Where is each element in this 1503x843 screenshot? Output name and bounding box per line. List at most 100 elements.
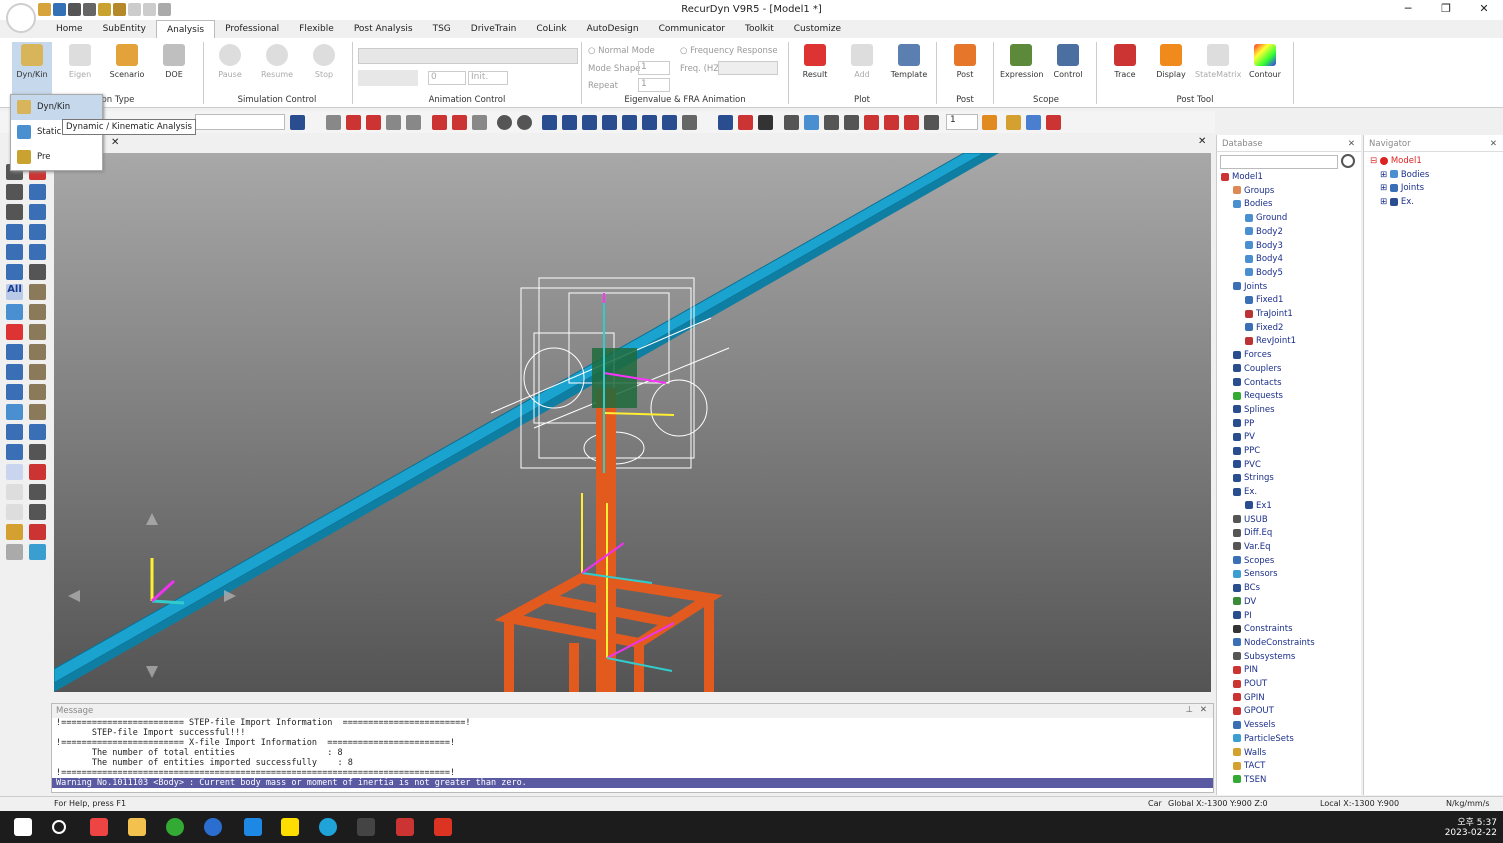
expression-button[interactable]: Expression [1000,42,1043,79]
link-icon[interactable] [29,404,46,420]
render-mode-4-icon[interactable] [904,115,919,130]
tree-item-strings[interactable]: Strings [1221,472,1315,486]
box-icon[interactable] [29,284,46,300]
view-back-icon[interactable] [562,115,577,130]
edge-icon[interactable] [319,818,337,836]
measure-icon[interactable] [29,464,46,480]
file-explorer-icon[interactable] [128,818,146,836]
tree-item-groups[interactable]: Groups [1221,185,1315,199]
view-zx-icon[interactable] [29,224,46,240]
tab-drivetrain[interactable]: DriveTrain [461,20,527,38]
pause-button[interactable]: Pause [210,42,250,79]
restore-button[interactable]: ❐ [1431,2,1461,18]
render-icon[interactable] [497,115,512,130]
ellipsoid-icon[interactable] [29,384,46,400]
tree-item-body5[interactable]: Body5 [1221,267,1315,281]
qat-settings-icon[interactable] [158,3,171,16]
view-options-icon[interactable] [682,115,697,130]
pan-icon[interactable] [326,115,341,130]
snap-icon[interactable] [432,115,447,130]
origin-icon[interactable] [29,264,46,280]
search-icon[interactable] [52,820,66,834]
axis-icon[interactable] [738,115,753,130]
tree-item-ppc[interactable]: PPC [1221,445,1315,459]
animation-frame-field[interactable]: 0 [428,71,466,85]
cylinder-icon[interactable] [29,304,46,320]
cone-icon[interactable] [29,344,46,360]
tree-item-tsen[interactable]: TSEN [1221,774,1315,788]
spring-filter-icon[interactable] [6,404,23,420]
mesh-filter-icon[interactable] [6,444,23,460]
select-add-icon[interactable] [6,184,23,200]
tree-item-var-eq[interactable]: Var.Eq [1221,541,1315,555]
nav-item-bodies[interactable]: ⊞ Bodies [1370,169,1429,183]
init-button[interactable]: Init. [468,71,508,85]
tree-item-walls[interactable]: Walls [1221,747,1315,761]
render-mode-3-icon[interactable] [884,115,899,130]
render-mode-icon[interactable] [844,115,859,130]
view-zy-icon[interactable] [29,204,46,220]
contour-button[interactable]: Contour [1245,42,1285,79]
tree-item-revjoint1[interactable]: RevJoint1 [1221,335,1315,349]
grid-plane-icon[interactable] [6,224,23,240]
tree-item-forces[interactable]: Forces [1221,349,1315,363]
close-message-icon[interactable]: ✕ [1200,705,1207,715]
paste-icon[interactable] [143,3,156,16]
view-iso-icon[interactable] [662,115,677,130]
render-mode-2-icon[interactable] [864,115,879,130]
joint-filter-icon[interactable] [6,324,23,340]
shading-icon[interactable] [1026,115,1041,130]
menu-item-dynkin[interactable]: Dyn/Kin [11,95,102,120]
nav-item-model1[interactable]: ⊟ Model1 [1370,155,1429,169]
tree-item-gpout[interactable]: GPOUT [1221,705,1315,719]
display-button[interactable]: Display [1151,42,1191,79]
tree-item-pout[interactable]: POUT [1221,678,1315,692]
view-bottom-icon[interactable] [642,115,657,130]
tree-item-gpin[interactable]: GPIN [1221,692,1315,706]
tree-item-subsystems[interactable]: Subsystems [1221,651,1315,665]
tree-item-body3[interactable]: Body3 [1221,240,1315,254]
minimize-button[interactable]: ─ [1393,2,1423,18]
torus-icon[interactable] [29,364,46,380]
model-view-icon[interactable] [6,264,23,280]
close-navigator-icon[interactable]: ✕ [1490,139,1497,149]
tree-item-couplers[interactable]: Couplers [1221,363,1315,377]
tab-home[interactable]: Home [46,20,93,38]
tree-item-diff-eq[interactable]: Diff.Eq [1221,527,1315,541]
import-icon[interactable] [98,3,111,16]
copy-icon[interactable] [6,524,23,540]
tab-flexible[interactable]: Flexible [289,20,344,38]
result-button[interactable]: Result [795,42,835,79]
freq-hz-select[interactable] [718,61,778,75]
tree-item-usub[interactable]: USUB [1221,514,1315,528]
workplane-icon[interactable] [6,244,23,260]
doe-button[interactable]: DOE [154,42,194,79]
tree-item-pi[interactable]: PI [1221,610,1315,624]
view-left-icon[interactable] [582,115,597,130]
close-database-icon[interactable]: ✕ [1348,139,1355,149]
tab-toolkit[interactable]: Toolkit [735,20,784,38]
wireframe-icon[interactable] [784,115,799,130]
app-icon-1[interactable] [90,818,108,836]
paste-icon[interactable] [6,544,23,560]
statematrix-button[interactable]: StateMatrix [1195,42,1241,79]
select-remove-icon[interactable] [6,204,23,220]
frequency-response-radio[interactable]: ○ Frequency Response [680,46,778,56]
nav-item-ex[interactable]: ⊞ Ex. [1370,196,1429,210]
template-button[interactable]: Template [889,42,929,79]
layers-icon[interactable] [924,115,939,130]
tree-item-constraints[interactable]: Constraints [1221,623,1315,637]
browser-icon[interactable] [204,818,222,836]
text-icon[interactable] [758,115,773,130]
layer-select[interactable]: 1 [946,114,978,130]
all-filter-button[interactable]: All [6,284,23,300]
tree-item-contacts[interactable]: Contacts [1221,377,1315,391]
circle-select-icon[interactable] [6,484,23,500]
menu-item-pre[interactable]: Pre [11,145,102,170]
animation-options-bar[interactable] [358,70,418,86]
save-icon[interactable] [68,3,81,16]
tree-item-bcs[interactable]: BCs [1221,582,1315,596]
tree-item-dv[interactable]: DV [1221,596,1315,610]
zoom-icon[interactable] [366,115,381,130]
box-select-icon[interactable] [6,464,23,480]
